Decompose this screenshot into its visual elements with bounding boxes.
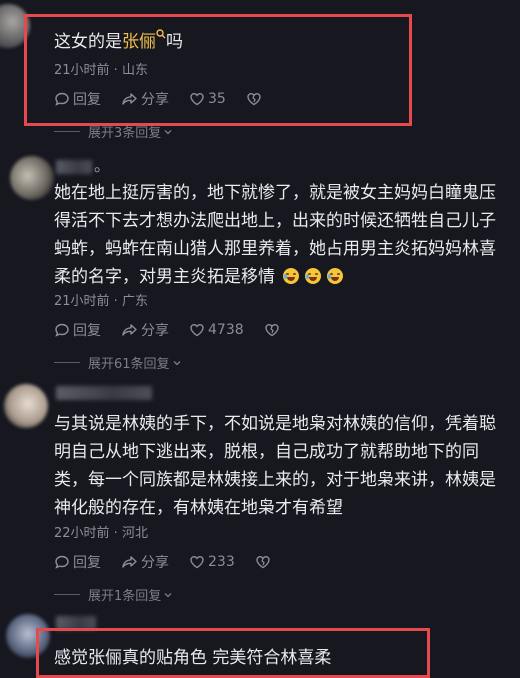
chevron-down-icon — [164, 129, 172, 134]
share-label: 分享 — [141, 555, 169, 571]
reply-label: 回复 — [73, 323, 101, 339]
reply-icon — [55, 323, 69, 337]
heart-icon — [190, 323, 204, 337]
chevron-down-icon — [164, 592, 172, 597]
share-button[interactable]: 分享 — [121, 320, 169, 340]
annotation-box — [36, 628, 430, 678]
comment-meta: 21小时前 · 广东 — [54, 294, 148, 309]
action-bar: 回复 分享 4738 — [54, 320, 303, 340]
expand-replies-button[interactable]: 展开61条回复 — [54, 353, 182, 372]
reply-icon — [55, 555, 69, 569]
dislike-button[interactable] — [255, 554, 274, 570]
comment-meta: 22小时前 · 河北 — [54, 526, 148, 541]
avatar[interactable] — [10, 156, 54, 200]
comment-text: 与其说是林姨的手下，不如说是地枭对林姨的信仰，凭着聪明自己从地下逃出来，脱根，自… — [54, 414, 496, 518]
share-button[interactable]: 分享 — [121, 552, 169, 572]
avatar[interactable] — [4, 384, 48, 428]
username[interactable] — [56, 386, 152, 400]
share-label: 分享 — [141, 323, 169, 339]
comment-text-body: 她在地上挺厉害的，地下就惨了，就是被女主妈妈白瞳鬼压得活不下去才想办法爬出地上，… — [54, 183, 496, 287]
expand-label: 展开1条回复 — [88, 589, 162, 604]
like-count: 233 — [208, 554, 235, 570]
like-button[interactable]: 4738 — [189, 322, 244, 338]
action-bar: 回复 分享 233 — [54, 552, 294, 572]
heart-icon — [190, 555, 204, 569]
reply-button[interactable]: 回复 — [54, 552, 101, 572]
broken-heart-icon — [256, 555, 270, 569]
chevron-down-icon — [173, 360, 181, 365]
share-icon — [122, 324, 137, 336]
expand-label: 展开61条回复 — [88, 357, 170, 372]
laugh-cry-emoji-icon — [283, 268, 300, 284]
like-count: 4738 — [208, 322, 244, 338]
broken-heart-icon — [264, 323, 279, 337]
divider-line — [54, 131, 80, 132]
username[interactable] — [56, 160, 92, 174]
expand-replies-button[interactable]: 展开1条回复 — [54, 585, 173, 604]
dislike-button[interactable] — [264, 322, 283, 338]
like-button[interactable]: 233 — [189, 554, 235, 570]
divider-line — [54, 362, 80, 363]
comment-text: 她在地上挺厉害的，地下就惨了，就是被女主妈妈白瞳鬼压得活不下去才想办法爬出地上，… — [54, 179, 512, 291]
username-suffix: 。 — [94, 156, 111, 175]
reply-button[interactable]: 回复 — [54, 320, 101, 340]
share-icon — [122, 556, 137, 568]
divider-line — [54, 594, 80, 595]
annotation-box — [24, 14, 412, 126]
laugh-cry-emoji-icon — [305, 268, 322, 284]
reply-label: 回复 — [73, 555, 101, 571]
laugh-cry-emoji-icon — [327, 268, 344, 284]
